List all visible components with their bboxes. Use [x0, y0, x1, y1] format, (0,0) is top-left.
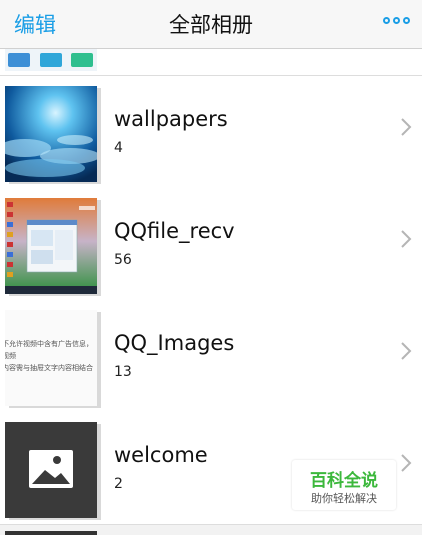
- text-screenshot: 不允许视频中含有广告信息， 视频 内容需与抽屉文字内容相结合: [5, 340, 93, 372]
- watermark: 百科全说 助你轻松解决: [292, 460, 396, 510]
- album-count: 4: [114, 140, 123, 156]
- album-thumbnail: [5, 422, 97, 518]
- image-placeholder-icon: [29, 450, 73, 488]
- album-count: 2: [114, 476, 123, 492]
- chevron-right-icon: [400, 117, 412, 141]
- sync-icon: [71, 53, 93, 67]
- ellipsis-icon: [403, 17, 410, 24]
- desktop-screenshot: [5, 198, 97, 294]
- more-options-button[interactable]: [383, 17, 410, 24]
- ellipsis-icon: [393, 17, 400, 24]
- watermark-subtitle: 助你轻松解决: [311, 492, 377, 505]
- album-row-wallpapers[interactable]: wallpapers 4: [0, 76, 422, 189]
- album-row-partial[interactable]: [0, 49, 422, 76]
- album-row-qq-images[interactable]: 不允许视频中含有广告信息， 视频 内容需与抽屉文字内容相结合 QQ_Images…: [0, 300, 422, 413]
- page-title: 全部相册: [169, 13, 253, 37]
- album-thumbnail: [5, 49, 97, 71]
- album-name: wallpapers: [114, 107, 228, 131]
- chevron-right-icon: [400, 341, 412, 365]
- edit-button[interactable]: 编辑: [14, 9, 56, 39]
- navigation-bar: 编辑 全部相册: [0, 0, 422, 49]
- watermark-title: 百科全说: [310, 471, 378, 491]
- album-count: 56: [114, 252, 132, 268]
- album-thumbnail-partial: [5, 531, 97, 535]
- album-name: QQ_Images: [114, 331, 235, 355]
- album-count: 13: [114, 364, 132, 380]
- album-thumbnail: 不允许视频中含有广告信息， 视频 内容需与抽屉文字内容相结合: [5, 310, 97, 406]
- album-name: welcome: [114, 443, 208, 467]
- ellipsis-icon: [383, 17, 390, 24]
- album-row-qqfile-recv[interactable]: QQfile_recv 56: [0, 188, 422, 301]
- album-thumbnail: [5, 198, 97, 294]
- album-name: QQfile_recv: [114, 219, 235, 243]
- chevron-right-icon: [400, 453, 412, 477]
- album-thumbnail: [5, 86, 97, 182]
- cloud-icon: [40, 53, 62, 67]
- app-icon: [8, 53, 30, 67]
- wallpaper-photo: [5, 86, 97, 182]
- chevron-right-icon: [400, 229, 412, 253]
